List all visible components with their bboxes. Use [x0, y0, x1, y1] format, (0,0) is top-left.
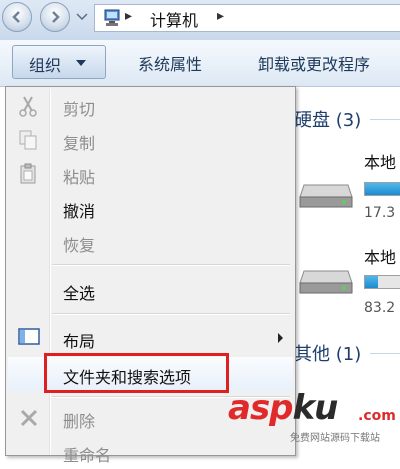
group-divider: [370, 353, 400, 354]
menu-item-label: 复制: [63, 134, 96, 153]
menu-item-label: 粘贴: [63, 168, 96, 187]
drive-size: 83.2: [364, 300, 396, 316]
system-properties-button[interactable]: 系统属性: [138, 51, 202, 75]
drive-label[interactable]: 本地: [364, 149, 396, 173]
menu-item-label: 删除: [63, 412, 96, 431]
layout-icon: [18, 328, 40, 345]
breadcrumb-trailing-separator[interactable]: ▸: [217, 8, 224, 24]
back-arrow-icon: [12, 11, 20, 23]
menu-item-cut[interactable]: 剪切: [8, 89, 293, 123]
computer-icon: [104, 9, 120, 26]
breadcrumb-computer[interactable]: 计算机: [150, 7, 198, 31]
menu-item-label: 剪切: [63, 100, 96, 119]
watermark: aspku .com 免费网站源码下载站: [228, 388, 400, 447]
hard-drives-group-header[interactable]: 硬盘 (3): [294, 106, 361, 132]
menu-item-layout[interactable]: 布局: [8, 321, 293, 355]
drive-usage-fill: [365, 183, 400, 195]
back-button[interactable]: [2, 2, 32, 32]
uninstall-program-button[interactable]: 卸载或更改程序: [258, 51, 370, 75]
drive-usage-bar: [364, 182, 400, 196]
watermark-logo: aspku: [228, 388, 338, 428]
forward-button[interactable]: [40, 2, 70, 32]
menu-item-undo[interactable]: 撤消: [8, 191, 293, 225]
breadcrumb-separator[interactable]: ▸: [125, 8, 132, 24]
forward-arrow-icon: [52, 11, 60, 23]
other-group-header[interactable]: 其他 (1): [294, 340, 361, 366]
hard-drive-icon: [299, 270, 353, 294]
menu-item-label: 重命名: [63, 446, 112, 465]
drive-size: 17.3: [364, 205, 396, 221]
dropdown-arrow-icon: [76, 60, 86, 66]
drive-usage-bar: [364, 275, 400, 289]
menu-item-copy[interactable]: 复制: [8, 123, 293, 157]
organize-button[interactable]: 组织: [12, 45, 106, 79]
command-toolbar: 组织 系统属性 卸载或更改程序: [0, 40, 400, 87]
paste-icon: [20, 163, 36, 184]
copy-icon: [19, 130, 37, 150]
watermark-suffix: .com: [358, 408, 396, 424]
drive-label[interactable]: 本地: [364, 244, 396, 268]
delete-x-icon: [20, 409, 38, 427]
menu-item-redo[interactable]: 恢复: [8, 225, 293, 259]
highlight-annotation-box: [44, 353, 229, 393]
menu-item-label: 恢复: [63, 236, 96, 255]
menu-item-paste[interactable]: 粘贴: [8, 157, 293, 191]
submenu-arrow-icon: [278, 333, 283, 343]
menu-separator: [52, 264, 290, 266]
hard-drive-icon: [299, 184, 353, 208]
organize-label: 组织: [29, 56, 62, 75]
breadcrumb[interactable]: ▸ 计算机 ▸: [94, 4, 400, 32]
watermark-subtitle: 免费网站源码下载站: [290, 433, 380, 444]
menu-item-label: 布局: [63, 332, 96, 351]
menu-separator: [52, 313, 290, 315]
group-divider: [370, 119, 400, 120]
scissors-icon: [19, 96, 37, 117]
recent-pages-chevron-icon[interactable]: [76, 12, 88, 22]
menu-item-label: 撤消: [63, 202, 96, 221]
menu-item-label: 全选: [63, 284, 96, 303]
drive-usage-fill: [365, 276, 379, 288]
address-bar-area: ▸ 计算机 ▸: [0, 0, 400, 40]
menu-item-select-all[interactable]: 全选: [8, 273, 293, 307]
